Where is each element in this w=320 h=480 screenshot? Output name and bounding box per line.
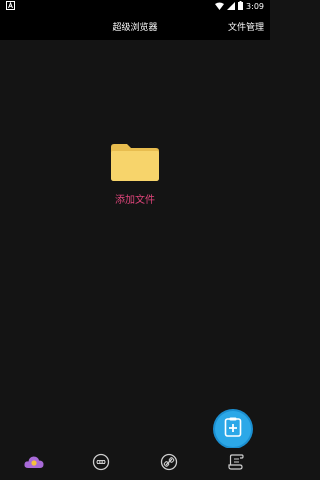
bottom-nav bbox=[0, 448, 270, 480]
add-file-fab-button[interactable] bbox=[215, 411, 251, 447]
scroll-icon bbox=[227, 453, 245, 475]
main-content: 添加文件 bbox=[0, 40, 270, 448]
nav-item-scroll[interactable] bbox=[216, 450, 256, 478]
file-manager-button[interactable]: 文件管理 bbox=[228, 13, 264, 40]
nav-item-games[interactable] bbox=[81, 450, 121, 478]
notification-a-icon bbox=[6, 1, 15, 12]
app-bar: 超级浏览器 文件管理 bbox=[0, 13, 270, 40]
nav-item-home[interactable] bbox=[14, 450, 54, 478]
wifi-icon bbox=[215, 2, 225, 12]
status-bar: 3:09 bbox=[0, 0, 270, 13]
signal-icon bbox=[227, 1, 236, 12]
gamepad-icon bbox=[92, 453, 110, 475]
cloud-icon bbox=[24, 454, 44, 474]
add-file-icon bbox=[224, 417, 242, 441]
status-time: 3:09 bbox=[246, 2, 264, 11]
nav-item-links[interactable] bbox=[149, 450, 189, 478]
page-title: 超级浏览器 bbox=[112, 23, 158, 33]
link-icon bbox=[160, 453, 178, 475]
add-file-label[interactable]: 添加文件 bbox=[115, 191, 155, 206]
folder-icon bbox=[109, 142, 161, 186]
add-file-empty-state[interactable]: 添加文件 bbox=[85, 142, 185, 212]
battery-icon bbox=[238, 1, 244, 12]
